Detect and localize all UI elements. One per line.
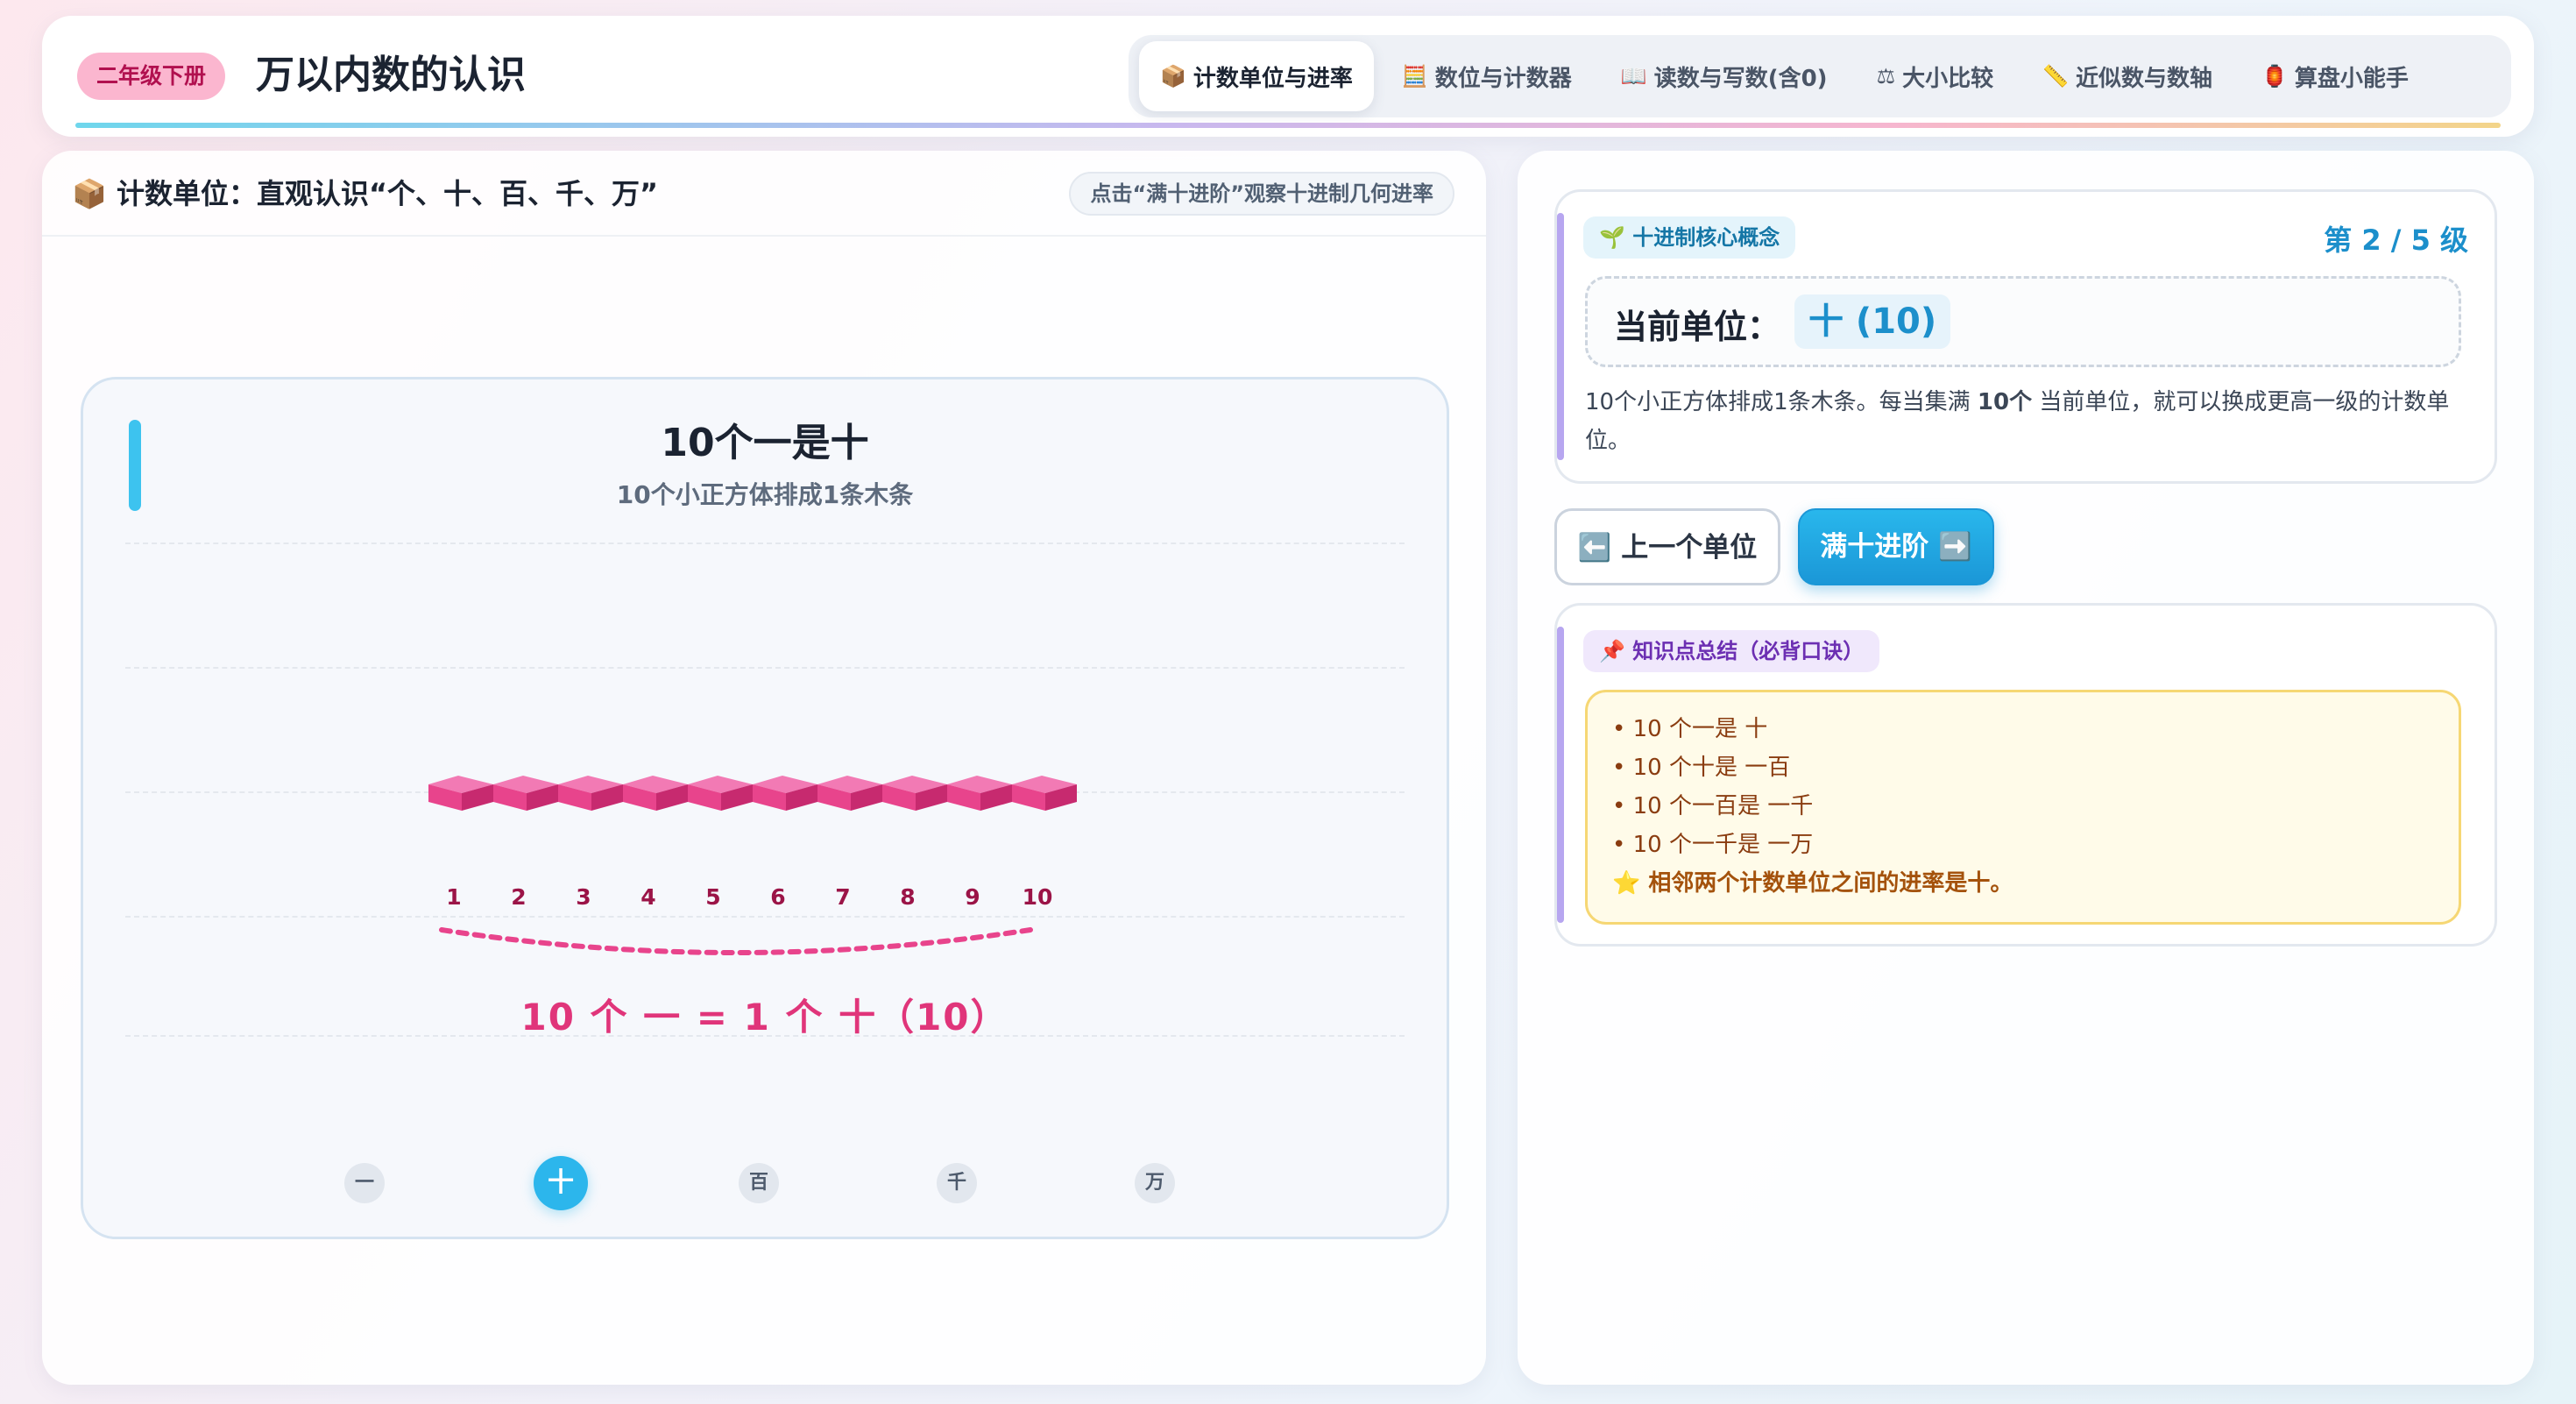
left-panel: 📦 计数单位：直观认识“个、十、百、千、万” 点击“满十进阶”观察十进制几何进率… [42,151,1486,1385]
cube-number-label: 1 [446,884,462,910]
unit-cube [623,776,688,811]
unit-cube [428,776,493,811]
tab-bar: 📦 计数单位与进率 🧮 数位与计数器 📖 读数与写数(含0) ⚖ 大小比较 📏 … [1129,35,2511,117]
concept-card: 🌱 十进制核心概念 第 2 / 5 级 当前单位： 十 (10) 10个小正方体… [1554,189,2497,484]
cube-number-label: 8 [900,884,916,910]
ruler-icon: 📏 [2042,64,2069,89]
abacus-icon: 🧮 [1401,64,1428,89]
unit-dot-ten-thousand[interactable]: 万 [1135,1163,1175,1203]
desc-emphasis: 10个 [1977,389,2033,415]
level-indicator: 第 2 / 5 级 [2324,223,2468,257]
cube-number-label: 10 [1022,884,1053,910]
summary-chip: 📌 知识点总结（必背口诀） [1583,630,1880,672]
tab-counting-units[interactable]: 📦 计数单位与进率 [1139,41,1374,111]
box-icon: 📦 [72,177,107,210]
tab-label: 近似数与数轴 [2075,65,2212,92]
equation-text: 10 个 一 = 1 个 十（10） [520,996,1009,1039]
tab-place-value[interactable]: 🧮 数位与计数器 [1381,41,1593,111]
unit-cube [1012,776,1077,811]
summary-item: • 10 个一是 十 [1612,716,1768,742]
panel-title-text: 计数单位：直观认识“个、十、百、千、万” [116,177,659,210]
book-icon: 📖 [1620,64,1647,89]
grid-line [125,542,1405,544]
summary-item: • 10 个一千是 一万 [1612,832,1814,858]
cube-number-label: 6 [770,884,786,910]
app-title: 万以内数的认识 [256,53,526,97]
header-divider [75,123,2501,128]
tab-abacus[interactable]: 🏮 算盘小能手 [2240,41,2430,111]
unit-cube [493,776,558,811]
unit-dot-one[interactable]: 一 [344,1163,385,1203]
tab-compare[interactable]: ⚖ 大小比较 [1856,41,2015,111]
tab-approximation[interactable]: 📏 近似数与数轴 [2021,41,2233,111]
unit-cube [882,776,947,811]
summary-box: • 10 个一是 十 • 10 个十是 一百 • 10 个一百是 一千 • 10… [1585,690,2461,925]
summary-rule: ⭐ 相邻两个计数单位之间的进率是十。 [1612,870,2013,897]
tab-label: 算盘小能手 [2294,65,2409,92]
previous-unit-button[interactable]: ⬅️ 上一个单位 [1554,508,1780,585]
cube-number-label: 3 [576,884,591,910]
concept-chip: 🌱 十进制核心概念 [1583,216,1796,259]
unit-cube [817,776,882,811]
cube-number-label: 2 [511,884,527,910]
tab-label: 读数与写数(含0) [1653,65,1828,92]
advance-unit-button[interactable]: 满十进阶 ➡️ [1798,508,1994,585]
summary-item: • 10 个十是 一百 [1612,755,1791,781]
stage-title: 10个一是十 [661,421,869,465]
left-panel-header: 📦 计数单位：直观认识“个、十、百、千、万” 点击“满十进阶”观察十进制几何进率 [42,151,1486,237]
unit-cube [947,776,1012,811]
concept-description: 10个小正方体排成1条木条。每当集满 10个 当前单位，就可以换成更高一级的计数… [1585,383,2470,460]
grade-badge: 二年级下册 [77,53,226,100]
top-bar: 二年级下册 万以内数的认识 📦 计数单位与进率 🧮 数位与计数器 📖 读数与写数… [42,16,2534,137]
card-accent [1557,627,1564,923]
visual-stage: 10个一是十 10个小正方体排成1条木条 1 2 3 4 5 6 7 8 9 10 10 个 一 … [81,377,1449,1239]
grid-line [125,916,1405,918]
right-panel: 🌱 十进制核心概念 第 2 / 5 级 当前单位： 十 (10) 10个小正方体… [1518,151,2534,1385]
unit-cube [688,776,753,811]
cube-number-label: 4 [640,884,656,910]
unit-dot-ten[interactable]: 十 [534,1156,588,1210]
summary-list: • 10 个一是 十 • 10 个十是 一百 • 10 个一百是 一千 • 10… [1612,710,2013,903]
scale-icon: ⚖ [1876,64,1896,89]
cube-number-label: 9 [965,884,980,910]
cube-number-label: 5 [705,884,721,910]
box-icon: 📦 [1160,64,1186,89]
summary-item: • 10 个一百是 一千 [1612,793,1814,819]
tab-label: 数位与计数器 [1434,65,1572,92]
current-unit-value: 十 (10) [1794,294,1951,349]
current-unit-label: 当前单位： [1614,308,1781,346]
grid-line [125,667,1405,669]
tab-read-write[interactable]: 📖 读数与写数(含0) [1600,41,1849,111]
unit-dot-thousand[interactable]: 千 [937,1163,977,1203]
unit-dot-hundred[interactable]: 百 [739,1163,779,1203]
tab-label: 大小比较 [1902,65,1994,92]
unit-cube [753,776,817,811]
stage-subtitle: 10个小正方体排成1条木条 [616,480,914,509]
desc-part: 10个小正方体排成1条木条。每当集满 [1585,389,1978,415]
card-accent [1557,213,1564,460]
tab-label: 计数单位与进率 [1192,65,1353,92]
hint-badge: 点击“满十进阶”观察十进制几何进率 [1069,172,1454,216]
current-unit-box: 当前单位： 十 (10) [1585,276,2461,367]
grouping-arc [439,927,1033,955]
cube-row [427,774,1093,812]
lantern-icon: 🏮 [2261,64,2288,89]
cube-number-label: 7 [835,884,851,910]
unit-cube [558,776,623,811]
panel-title: 📦 计数单位：直观认识“个、十、百、千、万” [72,172,658,212]
summary-card: 📌 知识点总结（必背口诀） • 10 个一是 十 • 10 个十是 一百 • 1… [1554,603,2497,947]
